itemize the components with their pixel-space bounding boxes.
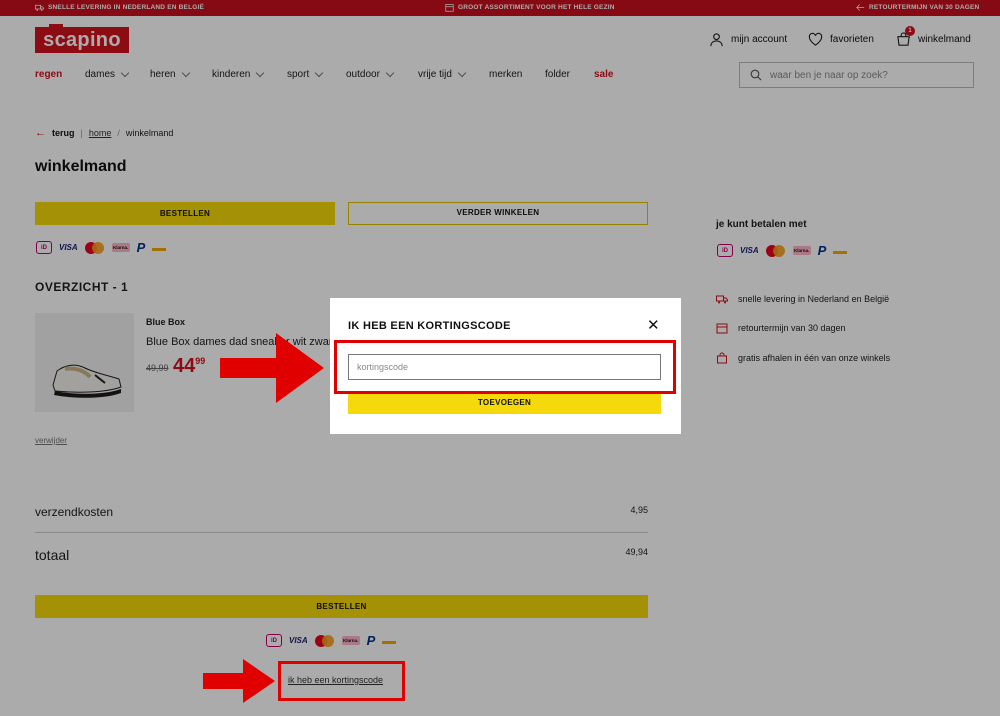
close-icon[interactable]: ✕: [647, 318, 660, 333]
add-code-button[interactable]: TOEVOEGEN: [348, 391, 661, 414]
highlight-box-link: [278, 661, 405, 701]
modal-title: IK HEB EEN KORTINGSCODE: [348, 320, 511, 332]
arrow-right-icon: [203, 659, 275, 703]
highlight-box-input: [334, 340, 676, 394]
arrow-right-icon: [220, 333, 324, 403]
